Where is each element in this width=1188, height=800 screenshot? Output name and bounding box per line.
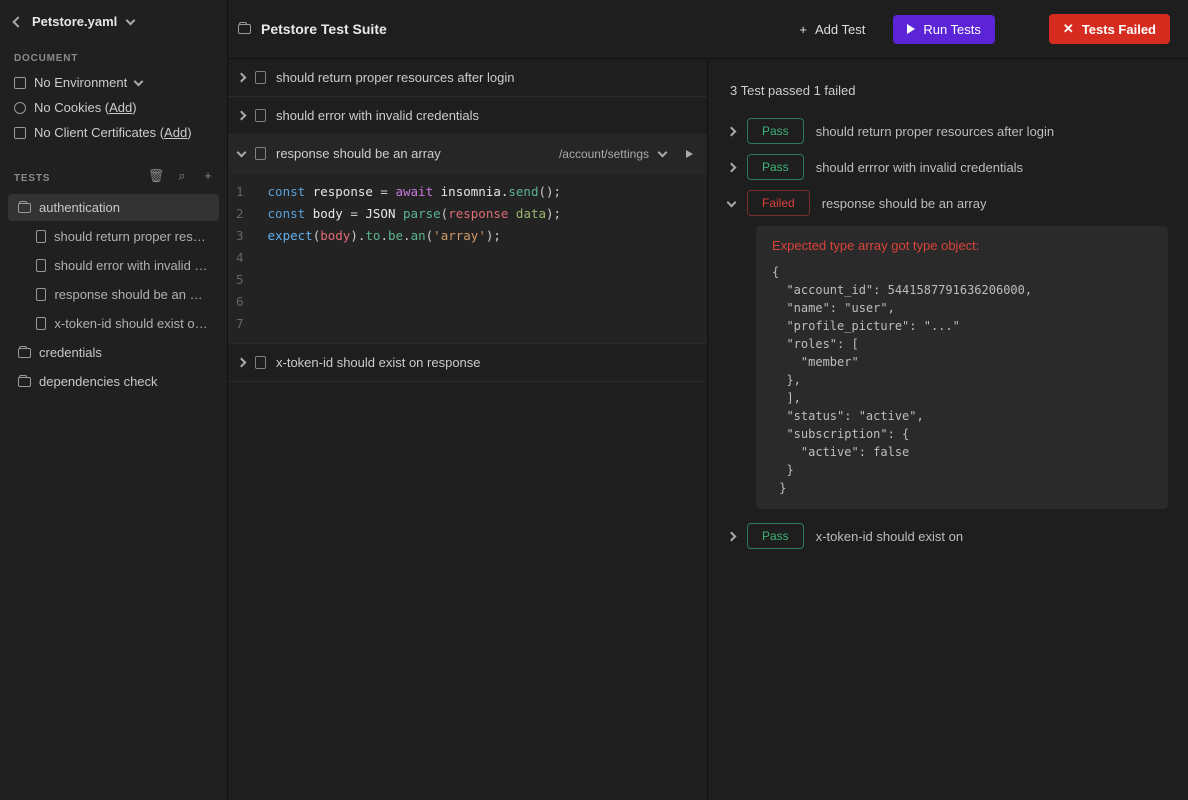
file-icon	[255, 356, 266, 369]
add-cookie-link[interactable]: Add	[109, 100, 132, 115]
certificates-row: No Client Certificates (Add)	[0, 120, 227, 145]
folder-icon	[18, 377, 31, 387]
cert-label: No Client Certificates (	[34, 125, 164, 140]
test-label: should return proper resourc...	[54, 229, 209, 244]
environment-selector[interactable]: No Environment	[0, 70, 227, 95]
result-row[interactable]: Pass should errror with invalid credenti…	[728, 154, 1168, 180]
tests-failed-badge[interactable]: ✕ Tests Failed	[1049, 14, 1170, 44]
run-tests-button[interactable]: Run Tests	[893, 15, 995, 44]
chevron-down-icon	[237, 148, 247, 158]
file-icon	[36, 259, 46, 272]
result-label: x-token-id should exist on	[816, 529, 963, 544]
file-header[interactable]: Petstore.yaml	[0, 4, 227, 39]
sidebar: Petstore.yaml DOCUMENT No Environment No…	[0, 0, 228, 800]
error-json: { "account_id": 5441587791636206000, "na…	[772, 263, 1152, 497]
test-row[interactable]: x-token-id should exist on response	[228, 344, 707, 382]
file-icon	[36, 288, 46, 301]
test-title: response should be an array	[276, 146, 441, 161]
test-item[interactable]: response should be an array	[8, 281, 219, 308]
result-label: should errror with invalid credentials	[816, 160, 1023, 175]
result-label: should return proper resources after log…	[816, 124, 1054, 139]
filename: Petstore.yaml	[32, 14, 117, 29]
chevron-down-icon	[134, 77, 144, 87]
test-title: should return proper resources after log…	[276, 70, 514, 85]
test-label: should error with invalid cre...	[54, 258, 209, 273]
chevron-right-icon	[727, 162, 737, 172]
add-cert-link[interactable]: Add	[164, 125, 187, 140]
folder-icon	[238, 24, 251, 34]
suite-header: Petstore Test Suite + Add Test Run Tests…	[228, 0, 1188, 59]
trash-icon[interactable]: 🗑	[149, 169, 163, 183]
file-icon	[255, 109, 266, 122]
folder-credentials[interactable]: credentials	[8, 339, 219, 366]
cookie-icon	[14, 102, 26, 114]
test-title: x-token-id should exist on response	[276, 355, 481, 370]
test-item[interactable]: should error with invalid cre...	[8, 252, 219, 279]
main: Petstore Test Suite + Add Test Run Tests…	[228, 0, 1188, 800]
test-row[interactable]: should error with invalid credentials	[228, 97, 707, 135]
chevron-right-icon	[727, 126, 737, 136]
chevron-right-icon	[237, 111, 247, 121]
folder-dependencies[interactable]: dependencies check	[8, 368, 219, 395]
error-message: Expected type array got type object:	[772, 238, 1152, 253]
file-icon	[255, 147, 266, 160]
chevron-down-icon[interactable]	[658, 148, 668, 158]
results-column: 3 Test passed 1 failed Pass should retur…	[708, 59, 1188, 800]
result-row[interactable]: Pass should return proper resources afte…	[728, 118, 1168, 144]
file-icon	[36, 230, 46, 243]
test-label: response should be an array	[54, 287, 209, 302]
gutter: 1234567	[228, 173, 258, 343]
tests-tree: authentication should return proper reso…	[0, 190, 227, 397]
env-label: No Environment	[34, 75, 127, 90]
status-badge: Failed	[747, 190, 810, 216]
test-row[interactable]: should return proper resources after log…	[228, 59, 707, 97]
cookies-label: No Cookies (	[34, 100, 109, 115]
folder-label: dependencies check	[39, 374, 158, 389]
error-details: Expected type array got type object: { "…	[756, 226, 1168, 509]
folder-label: authentication	[39, 200, 120, 215]
folder-icon	[18, 203, 31, 213]
test-item[interactable]: x-token-id should exist on r...	[8, 310, 219, 337]
certificate-icon	[14, 127, 26, 139]
result-row[interactable]: Pass x-token-id should exist on	[728, 523, 1168, 549]
file-icon	[255, 71, 266, 84]
folder-icon	[18, 348, 31, 358]
test-label: x-token-id should exist on r...	[54, 316, 209, 331]
back-icon[interactable]	[12, 16, 23, 27]
add-test-button[interactable]: + Add Test	[785, 15, 879, 44]
document-section-label: DOCUMENT	[0, 39, 227, 70]
search-icon[interactable]: ⌕	[175, 169, 189, 183]
code-editor[interactable]: 1234567 const response = await insomnia.…	[228, 173, 707, 344]
layers-icon	[14, 77, 26, 89]
folder-authentication[interactable]: authentication	[8, 194, 219, 221]
chevron-right-icon	[237, 73, 247, 83]
x-icon: ✕	[1063, 21, 1074, 37]
test-title: should error with invalid credentials	[276, 108, 479, 123]
suite-title: Petstore Test Suite	[261, 21, 387, 37]
test-row[interactable]: response should be an array /account/set…	[228, 135, 707, 173]
result-label: response should be an array	[822, 196, 987, 211]
status-badge: Pass	[747, 523, 804, 549]
chevron-down-icon	[727, 197, 737, 207]
result-row[interactable]: Failed response should be an array	[728, 190, 1168, 216]
plus-icon: +	[799, 22, 807, 37]
results-summary: 3 Test passed 1 failed	[730, 83, 1168, 98]
chevron-right-icon	[727, 531, 737, 541]
play-icon	[907, 24, 915, 34]
chevron-right-icon	[237, 358, 247, 368]
tests-section-label: TESTS	[14, 161, 50, 190]
file-icon	[36, 317, 46, 330]
request-url[interactable]: /account/settings	[559, 147, 649, 161]
status-badge: Pass	[747, 118, 804, 144]
folder-label: credentials	[39, 345, 102, 360]
test-item[interactable]: should return proper resourc...	[8, 223, 219, 250]
status-badge: Pass	[747, 154, 804, 180]
code-lines[interactable]: const response = await insomnia.send(); …	[258, 173, 572, 343]
tests-column: should return proper resources after log…	[228, 59, 708, 800]
plus-icon[interactable]: +	[201, 169, 215, 183]
chevron-down-icon[interactable]	[126, 16, 136, 26]
cookies-row: No Cookies (Add)	[0, 95, 227, 120]
play-icon[interactable]	[686, 150, 693, 158]
